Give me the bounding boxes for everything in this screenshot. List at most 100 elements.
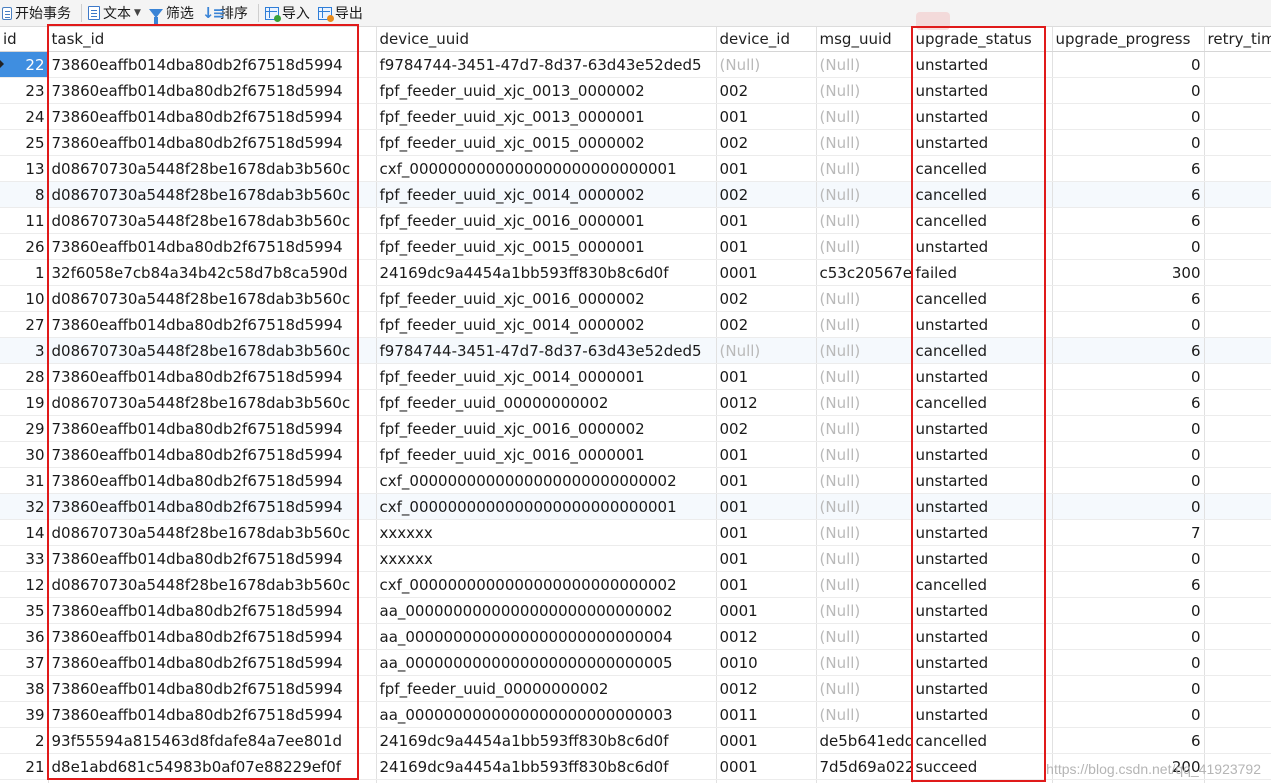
- cell-task-id[interactable]: 73860eaffb014dba80db2f67518d5994: [48, 701, 377, 728]
- cell-id[interactable]: 36: [0, 623, 49, 650]
- table-row[interactable]: 31 73860eaffb014dba80db2f67518d5994 cxf_00…: [0, 467, 1271, 494]
- cell-task-id[interactable]: 73860eaffb014dba80db2f67518d5994: [48, 103, 377, 130]
- cell-retry-tim[interactable]: [1204, 415, 1271, 442]
- column-header-msg-uuid[interactable]: msg_uuid: [816, 27, 913, 52]
- cell-device-id[interactable]: 001: [716, 155, 817, 182]
- cell-upgrade-status[interactable]: cancelled: [912, 181, 1053, 208]
- cell-upgrade-progress[interactable]: 7: [1052, 519, 1205, 546]
- column-header-device-uuid[interactable]: device_uuid: [376, 27, 717, 52]
- table-row[interactable]: 11 d08670730a5448f28be1678dab3b560c fpf_fe…: [0, 207, 1271, 234]
- cell-id[interactable]: 35: [0, 597, 49, 624]
- cell-upgrade-progress[interactable]: 300: [1052, 259, 1205, 286]
- table-row[interactable]: 33 73860eaffb014dba80db2f67518d5994 xxxxxx…: [0, 545, 1271, 572]
- cell-task-id[interactable]: 73860eaffb014dba80db2f67518d5994: [48, 77, 377, 104]
- table-row[interactable]: 21 d8e1abd681c54983b0af07e88229ef0f 24169d…: [0, 753, 1271, 780]
- cell-upgrade-status[interactable]: unstarted: [912, 545, 1053, 572]
- cell-upgrade-progress[interactable]: 6: [1052, 207, 1205, 234]
- cell-device-uuid[interactable]: aa_0000000000000000000000000002: [376, 597, 717, 624]
- cell-device-id[interactable]: 0012: [716, 389, 817, 416]
- cell-device-uuid[interactable]: fpf_feeder_uuid_xjc_0016_0000001: [376, 207, 717, 234]
- cell-upgrade-status[interactable]: unstarted: [912, 623, 1053, 650]
- cell-device-uuid[interactable]: 24169dc9a4454a1bb593ff830b8c6d0f: [376, 779, 717, 783]
- cell-msg-uuid[interactable]: (Null): [816, 129, 913, 156]
- cell-device-uuid[interactable]: f9784744-3451-47d7-8d37-63d43e52ded5: [376, 337, 717, 364]
- cell-task-id[interactable]: d08670730a5448f28be1678dab3b560c: [48, 207, 377, 234]
- cell-device-uuid[interactable]: cxf_0000000000000000000000000002: [376, 467, 717, 494]
- table-row[interactable]: 23 73860eaffb014dba80db2f67518d5994 fpf_fe…: [0, 77, 1271, 104]
- cell-device-id[interactable]: 002: [716, 181, 817, 208]
- cell-retry-tim[interactable]: [1204, 129, 1271, 156]
- cell-id[interactable]: 25: [0, 129, 49, 156]
- cell-retry-tim[interactable]: [1204, 389, 1271, 416]
- column-header-task-id[interactable]: task_id: [48, 27, 377, 52]
- table-row[interactable]: 25 73860eaffb014dba80db2f67518d5994 fpf_fe…: [0, 129, 1271, 156]
- cell-device-id[interactable]: 001: [716, 363, 817, 390]
- cell-upgrade-status[interactable]: unstarted: [912, 441, 1053, 468]
- cell-msg-uuid[interactable]: b560be7afbe: [816, 779, 913, 783]
- cell-device-uuid[interactable]: aa_0000000000000000000000000004: [376, 623, 717, 650]
- cell-device-uuid[interactable]: 24169dc9a4454a1bb593ff830b8c6d0f: [376, 727, 717, 754]
- cell-id[interactable]: 26: [0, 233, 49, 260]
- table-row[interactable]: 38 73860eaffb014dba80db2f67518d5994 fpf_fe…: [0, 675, 1271, 702]
- cell-task-id[interactable]: 73860eaffb014dba80db2f67518d5994: [48, 623, 377, 650]
- cell-device-id[interactable]: 0001: [716, 779, 817, 783]
- cell-upgrade-progress[interactable]: 0: [1052, 415, 1205, 442]
- cell-msg-uuid[interactable]: (Null): [816, 233, 913, 260]
- cell-upgrade-progress[interactable]: 200: [1052, 753, 1205, 780]
- table-row[interactable]: 13 d08670730a5448f28be1678dab3b560c cxf_00…: [0, 155, 1271, 182]
- table-row[interactable]: 12 d08670730a5448f28be1678dab3b560c cxf_00…: [0, 571, 1271, 598]
- cell-upgrade-status[interactable]: cancelled: [912, 285, 1053, 312]
- cell-upgrade-progress[interactable]: 0: [1052, 597, 1205, 624]
- cell-msg-uuid[interactable]: c53c20567ec: [816, 259, 913, 286]
- cell-upgrade-status[interactable]: unstarted: [912, 467, 1053, 494]
- cell-msg-uuid[interactable]: (Null): [816, 545, 913, 572]
- cell-upgrade-status[interactable]: unstarted: [912, 77, 1053, 104]
- cell-device-uuid[interactable]: xxxxxx: [376, 519, 717, 546]
- filter-button[interactable]: 筛选: [147, 0, 200, 26]
- cell-msg-uuid[interactable]: (Null): [816, 701, 913, 728]
- table-row[interactable]: 35 73860eaffb014dba80db2f67518d5994 aa_000…: [0, 597, 1271, 624]
- table-row[interactable]: 14 d08670730a5448f28be1678dab3b560c xxxxxx…: [0, 519, 1271, 546]
- cell-retry-tim[interactable]: [1204, 727, 1271, 754]
- cell-upgrade-progress[interactable]: 0: [1052, 129, 1205, 156]
- column-header-id[interactable]: id: [0, 27, 49, 52]
- table-row[interactable]: 27 73860eaffb014dba80db2f67518d5994 fpf_fe…: [0, 311, 1271, 338]
- cell-task-id[interactable]: d08670730a5448f28be1678dab3b560c: [48, 519, 377, 546]
- cell-upgrade-status[interactable]: failed: [912, 259, 1053, 286]
- cell-msg-uuid[interactable]: (Null): [816, 441, 913, 468]
- cell-msg-uuid[interactable]: (Null): [816, 675, 913, 702]
- cell-retry-tim[interactable]: [1204, 181, 1271, 208]
- cell-id[interactable]: 21: [0, 753, 49, 780]
- column-header-retry-tim[interactable]: retry_tim: [1204, 27, 1271, 52]
- sort-button[interactable]: ↓≡ 排序: [200, 0, 254, 26]
- table-row[interactable]: 8 d08670730a5448f28be1678dab3b560c fpf_fee…: [0, 181, 1271, 208]
- cell-device-id[interactable]: (Null): [716, 337, 817, 364]
- cell-device-uuid[interactable]: fpf_feeder_uuid_xjc_0014_0000002: [376, 181, 717, 208]
- cell-device-uuid[interactable]: aa_0000000000000000000000000003: [376, 701, 717, 728]
- cell-device-uuid[interactable]: 24169dc9a4454a1bb593ff830b8c6d0f: [376, 259, 717, 286]
- cell-upgrade-status[interactable]: unstarted: [912, 363, 1053, 390]
- cell-device-uuid[interactable]: aa_0000000000000000000000000005: [376, 649, 717, 676]
- table-row[interactable]: 36 73860eaffb014dba80db2f67518d5994 aa_000…: [0, 623, 1271, 650]
- cell-device-id[interactable]: 001: [716, 441, 817, 468]
- cell-msg-uuid[interactable]: (Null): [816, 77, 913, 104]
- cell-upgrade-status[interactable]: unstarted: [912, 415, 1053, 442]
- cell-task-id[interactable]: 73860eaffb014dba80db2f67518d5994: [48, 311, 377, 338]
- cell-device-id[interactable]: 0001: [716, 597, 817, 624]
- cell-upgrade-progress[interactable]: 6: [1052, 181, 1205, 208]
- cell-task-id[interactable]: d08670730a5448f28be1678dab3b560c: [48, 181, 377, 208]
- cell-device-id[interactable]: 001: [716, 571, 817, 598]
- cell-id[interactable]: 32: [0, 493, 49, 520]
- cell-id[interactable]: 2: [0, 727, 49, 754]
- cell-retry-tim[interactable]: [1204, 155, 1271, 182]
- cell-msg-uuid[interactable]: (Null): [816, 155, 913, 182]
- cell-device-id[interactable]: 002: [716, 415, 817, 442]
- cell-upgrade-progress[interactable]: 6: [1052, 571, 1205, 598]
- cell-upgrade-progress[interactable]: 6: [1052, 337, 1205, 364]
- cell-device-uuid[interactable]: fpf_feeder_uuid_xjc_0015_0000002: [376, 129, 717, 156]
- cell-id[interactable]: 30: [0, 441, 49, 468]
- cell-retry-tim[interactable]: [1204, 51, 1271, 78]
- cell-upgrade-progress[interactable]: 0: [1052, 623, 1205, 650]
- cell-task-id[interactable]: 73860eaffb014dba80db2f67518d5994: [48, 649, 377, 676]
- cell-upgrade-progress[interactable]: 6: [1052, 389, 1205, 416]
